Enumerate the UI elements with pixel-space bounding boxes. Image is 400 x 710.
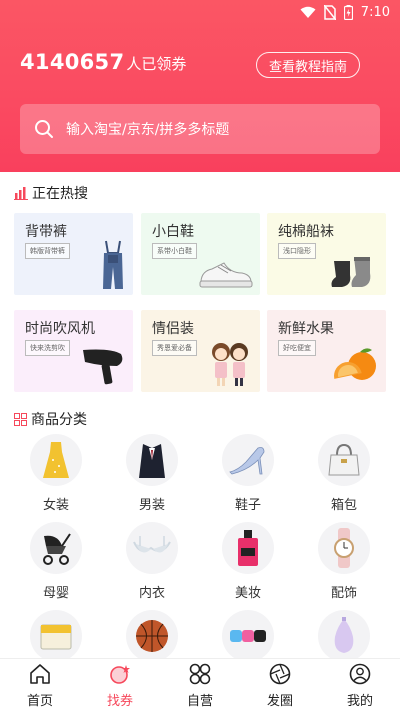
category-label: 男装 — [138, 498, 165, 513]
handbag-icon — [328, 443, 360, 476]
basketball-icon — [136, 620, 168, 652]
grid-dots-icon — [14, 412, 27, 426]
socks-image — [331, 257, 371, 287]
category-mother-baby[interactable]: 母婴 — [6, 522, 106, 612]
categories-heading: 商品分类 — [14, 409, 87, 429]
category-label: 配饰 — [330, 586, 357, 601]
hair-dryer-image — [83, 349, 123, 385]
category-icon-wrap — [318, 522, 370, 574]
nav-find-coupon[interactable]: 找券 — [80, 659, 160, 710]
category-icon-wrap — [318, 434, 370, 486]
clock: 7:10 — [360, 5, 390, 20]
category-label: 内衣 — [138, 586, 165, 601]
dress-icon — [43, 442, 69, 478]
search-placeholder: 输入淘宝/京东/拼多多标题 — [66, 122, 230, 138]
category-icon-wrap — [318, 610, 370, 662]
category-icon-wrap — [222, 522, 274, 574]
hot-card-tag: 系带小白鞋 — [152, 243, 197, 259]
search-bar[interactable]: 输入淘宝/京东/拼多多标题 — [20, 104, 380, 154]
category-icon-wrap — [30, 434, 82, 486]
category-icon-wrap — [126, 610, 178, 662]
high-heel-icon — [229, 447, 265, 475]
home-icon — [30, 664, 50, 684]
category-underwear[interactable]: 内衣 — [102, 522, 202, 612]
category-label: 箱包 — [330, 498, 357, 513]
hot-card-tag: 浅口隐形 — [278, 243, 316, 259]
category-icon-wrap — [126, 434, 178, 486]
hot-card-name: 情侣装 — [152, 321, 194, 337]
hot-card-sneaker[interactable]: 小白鞋 系带小白鞋 — [141, 213, 260, 295]
hot-card-tag: 快来洗剪吹 — [25, 340, 70, 356]
gadget-icon — [230, 630, 266, 642]
watch-icon — [334, 528, 354, 568]
profile-icon — [349, 663, 371, 685]
humidifier-icon — [334, 617, 354, 653]
hot-card-name: 背带裤 — [25, 224, 67, 240]
bottom-navigation: 首页 找券 自营 发圈 我的 — [0, 658, 400, 710]
category-icon-wrap — [126, 522, 178, 574]
coupon-count-number: 4140657 — [20, 50, 125, 74]
nav-home[interactable]: 首页 — [0, 659, 80, 710]
hot-card-tag: 秀恩爱必备 — [152, 340, 197, 356]
category-label: 鞋子 — [234, 498, 261, 513]
hot-card-fruit[interactable]: 新鲜水果 好吃便宜 — [267, 310, 386, 392]
hot-card-hair-dryer[interactable]: 时尚吹风机 快来洗剪吹 — [14, 310, 133, 392]
hot-card-overalls[interactable]: 背带裤 韩版背带裤 — [14, 213, 133, 295]
category-label: 美妆 — [234, 586, 261, 601]
category-icon-wrap — [30, 610, 82, 662]
hot-card-tag: 好吃便宜 — [278, 340, 316, 356]
nav-label: 找券 — [106, 694, 133, 709]
hot-card-name: 小白鞋 — [152, 224, 194, 240]
hot-search-heading: 正在热搜 — [14, 183, 88, 203]
wifi-icon — [300, 6, 316, 18]
hot-card-name: 纯棉船袜 — [278, 224, 334, 240]
suit-icon — [139, 444, 165, 478]
category-icon-wrap — [222, 434, 274, 486]
categories-title: 商品分类 — [31, 412, 87, 428]
nav-moments[interactable]: 发圈 — [240, 659, 320, 710]
battery-icon — [343, 5, 353, 20]
bra-icon — [133, 536, 171, 553]
no-sim-icon — [323, 5, 336, 20]
header-banner: 7:10 4140657 人已领券 查看教程指南 输入淘宝/京东/拼多多标题 — [0, 0, 400, 172]
category-icon-wrap — [30, 522, 82, 574]
search-icon — [35, 120, 53, 138]
category-beauty[interactable]: 美妆 — [198, 522, 298, 612]
category-accessories[interactable]: 配饰 — [294, 522, 394, 612]
category-women-clothing[interactable]: 女装 — [6, 434, 106, 524]
couple-outfit-image — [212, 343, 248, 386]
hot-search-title: 正在热搜 — [32, 186, 88, 202]
category-icon-wrap — [222, 610, 274, 662]
nav-label: 发圈 — [266, 694, 293, 709]
hot-card-name: 时尚吹风机 — [25, 321, 95, 337]
hot-card-name: 新鲜水果 — [278, 321, 334, 337]
category-bags[interactable]: 箱包 — [294, 434, 394, 524]
nav-self-operated[interactable]: 自营 — [160, 659, 240, 710]
stroller-icon — [43, 533, 71, 565]
nav-label: 我的 — [346, 694, 373, 709]
bar-chart-icon — [14, 187, 28, 200]
orange-fruit-image — [334, 348, 376, 380]
category-label: 母婴 — [42, 586, 69, 601]
hot-card-tag: 韩版背带裤 — [25, 243, 70, 259]
aperture-icon — [269, 663, 291, 685]
nav-label: 首页 — [26, 694, 53, 709]
nav-profile[interactable]: 我的 — [320, 659, 400, 710]
nav-label: 自营 — [186, 694, 213, 709]
food-box-icon — [40, 624, 72, 650]
category-men-clothing[interactable]: 男装 — [102, 434, 202, 524]
white-sneaker-image — [199, 262, 253, 288]
coupon-icon — [110, 665, 130, 684]
grid-icon — [189, 663, 211, 685]
tutorial-guide-button[interactable]: 查看教程指南 — [256, 52, 360, 78]
hot-card-socks[interactable]: 纯棉船袜 浅口隐形 — [267, 213, 386, 295]
coupon-count-label: 人已领券 — [126, 55, 187, 73]
category-label: 女装 — [42, 498, 69, 513]
overalls-image — [103, 240, 123, 289]
status-bar: 7:10 — [0, 0, 400, 26]
perfume-icon — [238, 530, 258, 566]
coupon-count: 4140657 人已领券 — [20, 50, 186, 74]
category-shoes[interactable]: 鞋子 — [198, 434, 298, 524]
hot-card-couple-outfit[interactable]: 情侣装 秀恩爱必备 — [141, 310, 260, 392]
